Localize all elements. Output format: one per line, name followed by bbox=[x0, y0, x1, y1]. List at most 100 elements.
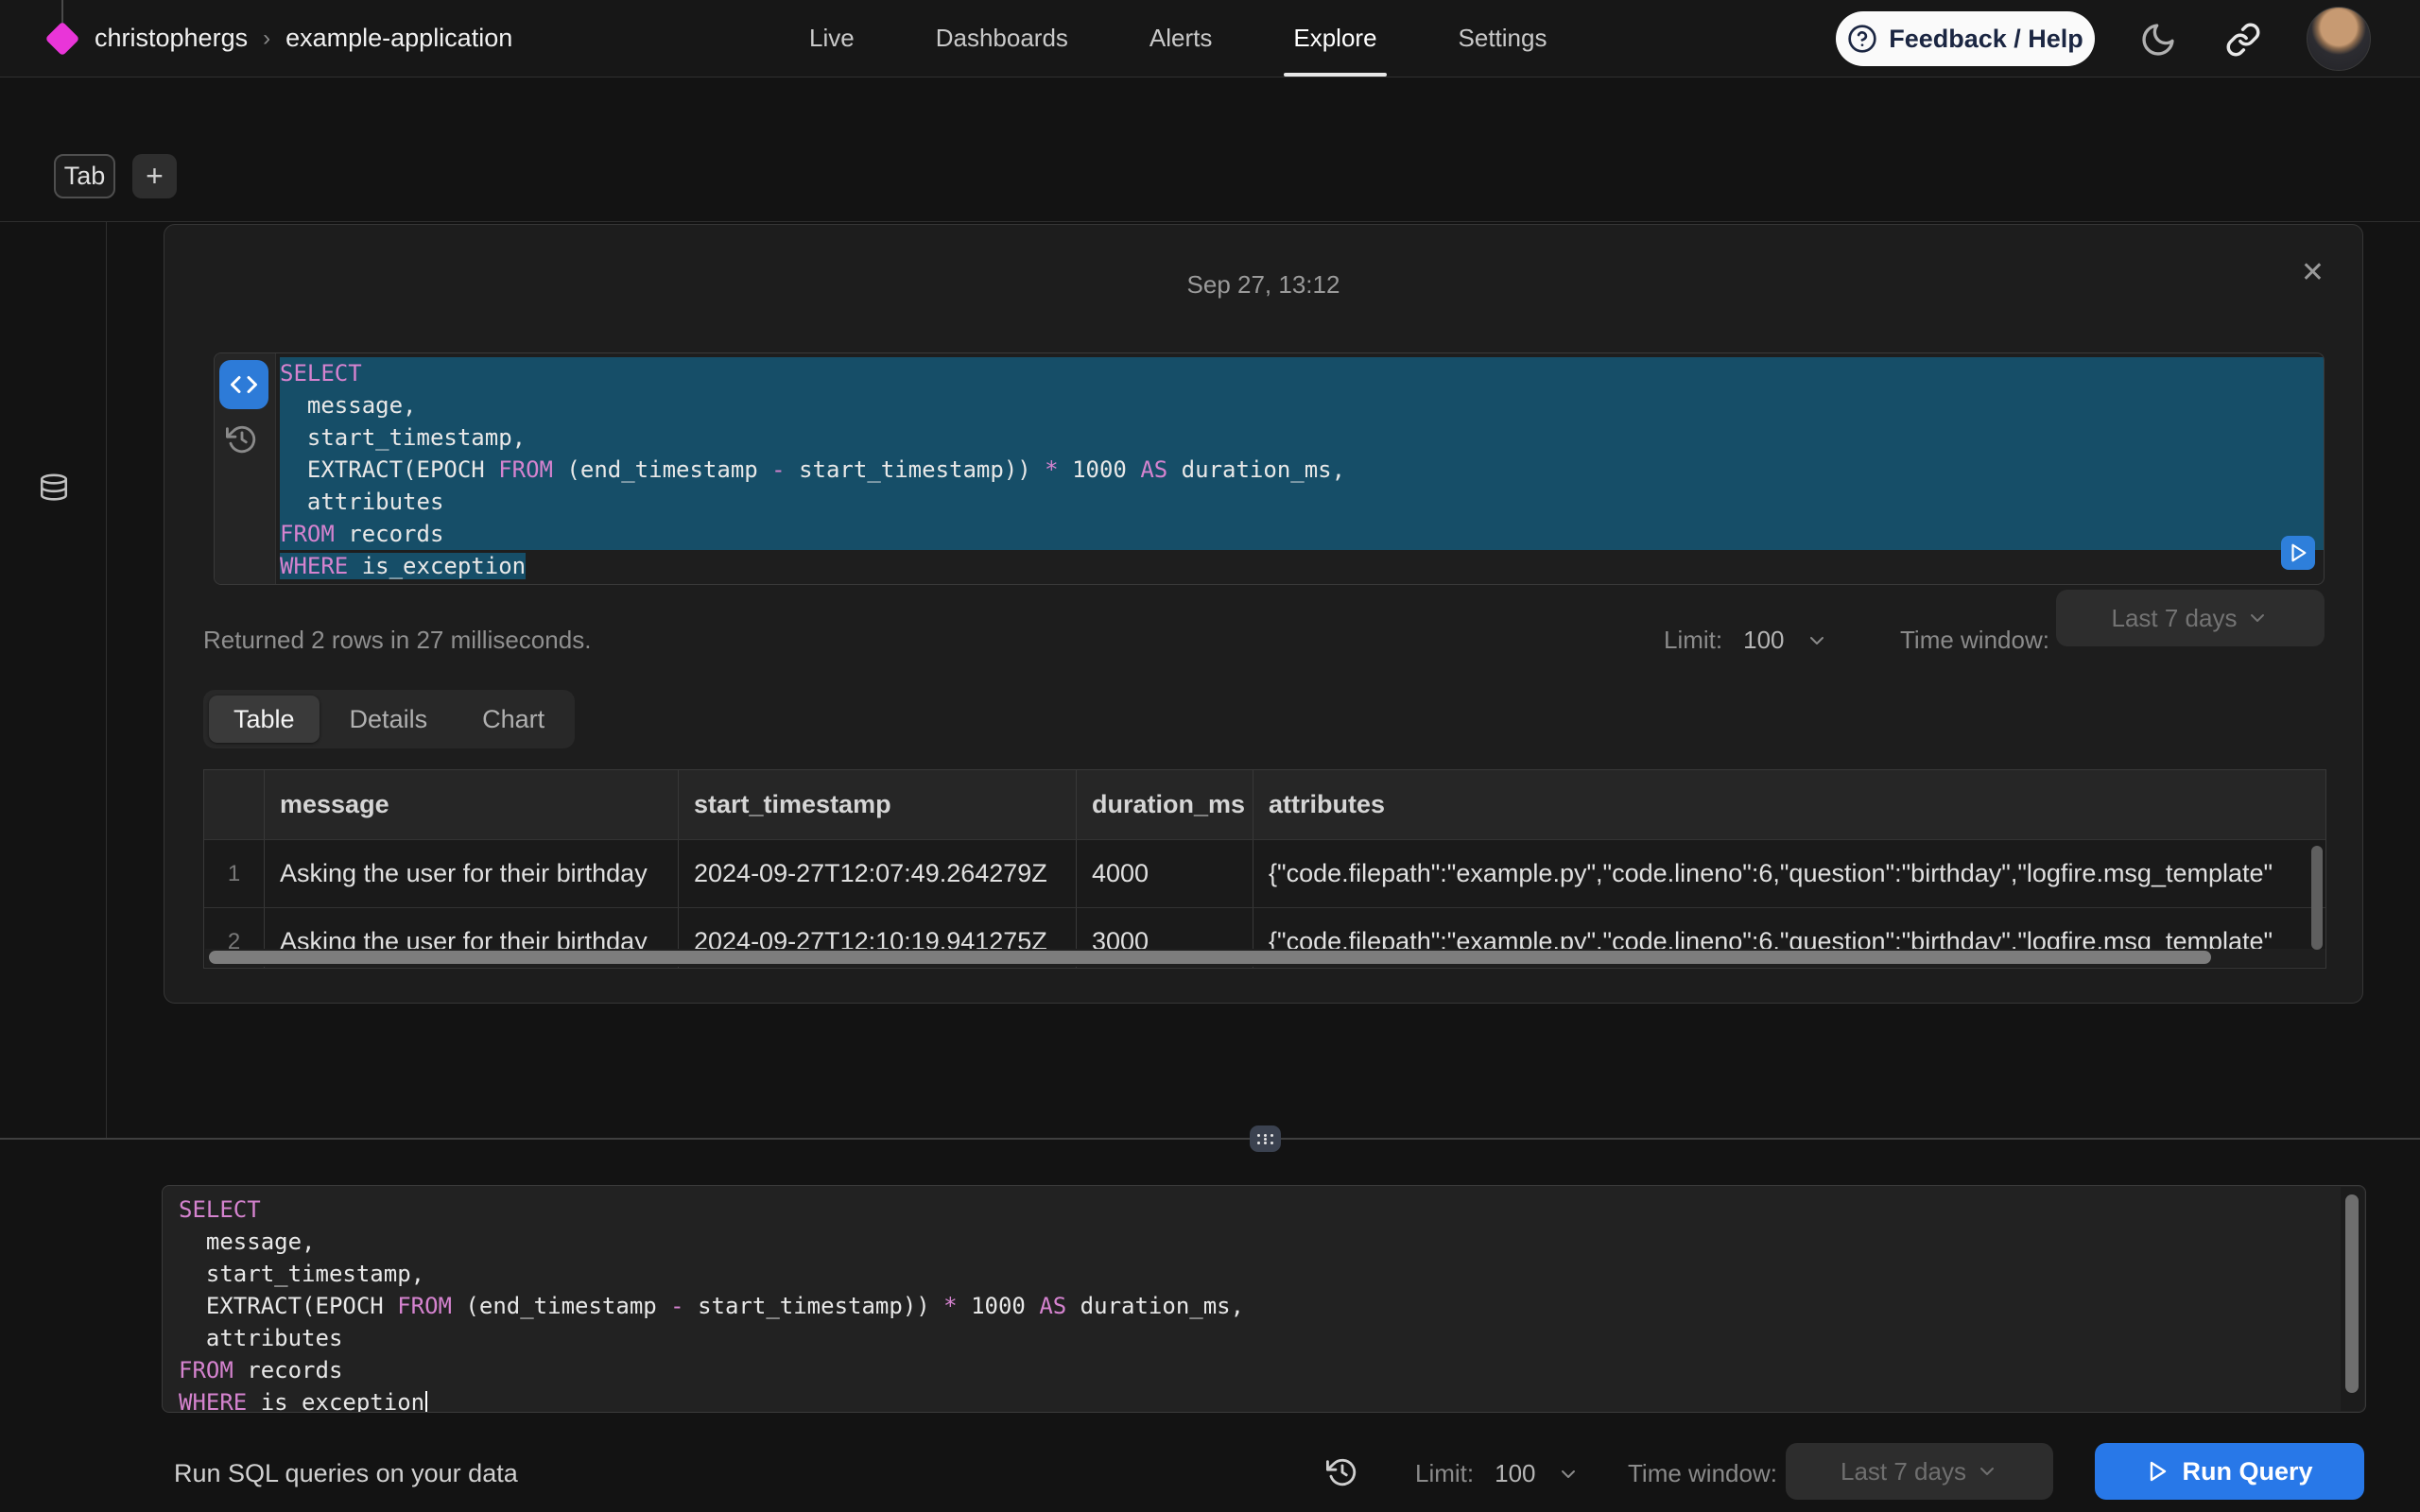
database-icon[interactable] bbox=[38, 472, 70, 505]
executed-sql-block[interactable]: SELECT message, start_timestamp, EXTRACT… bbox=[214, 352, 2325, 585]
sql-line: attributes bbox=[179, 1322, 2365, 1354]
sql-line: WHERE is_exception bbox=[280, 550, 2324, 582]
sql-line: attributes bbox=[280, 486, 2324, 518]
executed-sql-text: SELECT message, start_timestamp, EXTRACT… bbox=[276, 353, 2324, 584]
time-window-value: Last 7 days bbox=[1841, 1457, 1966, 1486]
nav-tab-live[interactable]: Live bbox=[809, 0, 855, 77]
user-avatar[interactable] bbox=[2307, 7, 2371, 71]
sql-line: EXTRACT(EPOCH FROM (end_timestamp - star… bbox=[280, 454, 2324, 486]
sql-line: message, bbox=[179, 1226, 2365, 1258]
play-icon bbox=[2146, 1460, 2169, 1483]
history-icon[interactable] bbox=[226, 423, 258, 455]
column-header-duration_ms[interactable]: duration_ms bbox=[1076, 770, 1253, 839]
nav-tab-dashboards[interactable]: Dashboards bbox=[936, 0, 1068, 77]
moon-icon bbox=[2139, 21, 2177, 59]
run-inline-button[interactable] bbox=[2281, 536, 2315, 570]
history-icon[interactable] bbox=[1326, 1456, 1358, 1488]
link-icon bbox=[2225, 22, 2261, 58]
code-icon bbox=[230, 370, 258, 399]
editor-scrollbar-thumb[interactable] bbox=[2345, 1194, 2359, 1393]
limit-value: 100 bbox=[1743, 626, 1784, 655]
play-icon bbox=[2288, 542, 2308, 563]
query-timestamp: Sep 27, 13:12 bbox=[164, 270, 2362, 300]
logo-beam bbox=[61, 0, 63, 25]
limit-label: Limit: bbox=[1664, 626, 1722, 655]
logfire-logo-icon[interactable] bbox=[45, 22, 80, 57]
result-view-tabs: TableDetailsChart bbox=[203, 690, 575, 748]
horizontal-scrollbar-track[interactable] bbox=[205, 949, 2326, 967]
view-tab-details[interactable]: Details bbox=[325, 696, 453, 743]
sql-line: message, bbox=[280, 389, 2324, 421]
breadcrumb: christophergs › example-application bbox=[95, 0, 512, 77]
chevron-down-icon bbox=[1806, 629, 1828, 652]
time-window-label: Time window: bbox=[1628, 1459, 1777, 1488]
schema-sidebar bbox=[0, 222, 107, 1138]
editor-hint: Run SQL queries on your data bbox=[174, 1459, 518, 1488]
run-query-button[interactable]: Run Query bbox=[2095, 1443, 2364, 1500]
sql-line: WHERE is_exception bbox=[179, 1386, 2365, 1413]
breadcrumb-org[interactable]: christophergs bbox=[95, 24, 248, 53]
column-header-attributes[interactable]: attributes bbox=[1253, 770, 2325, 839]
time-window-dropdown[interactable]: Last 7 days bbox=[2056, 590, 2325, 646]
sql-editor[interactable]: SELECT message, start_timestamp, EXTRACT… bbox=[162, 1185, 2366, 1413]
query-tab-label: Tab bbox=[64, 162, 106, 191]
chevron-down-icon bbox=[1557, 1463, 1580, 1486]
column-header-message[interactable]: message bbox=[264, 770, 678, 839]
pane-divider bbox=[0, 1138, 2420, 1140]
editor-scrollbar-track[interactable] bbox=[2341, 1187, 2364, 1411]
nav-tab-settings[interactable]: Settings bbox=[1459, 0, 1547, 77]
feedback-help-button[interactable]: Feedback / Help bbox=[1836, 11, 2095, 66]
table-row[interactable]: 1Asking the user for their birthday2024-… bbox=[204, 839, 2325, 907]
explore-page: christophergs › example-application Live… bbox=[0, 0, 2420, 1512]
theme-toggle-button[interactable] bbox=[2139, 21, 2177, 59]
result-status: Returned 2 rows in 27 milliseconds. bbox=[203, 626, 591, 655]
limit-dropdown[interactable]: Limit: 100 bbox=[1415, 1459, 1580, 1488]
text-cursor bbox=[425, 1391, 427, 1413]
table-cell: Asking the user for their birthday bbox=[264, 840, 678, 907]
nav-tab-explore[interactable]: Explore bbox=[1293, 0, 1376, 77]
code-view-button[interactable] bbox=[219, 360, 268, 409]
table-cell: 4000 bbox=[1076, 840, 1253, 907]
plus-icon: + bbox=[146, 159, 164, 194]
sql-line: FROM records bbox=[280, 518, 2324, 550]
feedback-help-label: Feedback / Help bbox=[1889, 25, 2083, 54]
close-icon[interactable]: ✕ bbox=[2301, 259, 2325, 287]
time-window-label: Time window: bbox=[1900, 626, 2049, 655]
pane-resize-handle[interactable] bbox=[1250, 1125, 1281, 1152]
view-tab-chart[interactable]: Chart bbox=[458, 696, 569, 743]
query-result-card: Sep 27, 13:12 ✕ SELECT message, start_ti… bbox=[164, 224, 2363, 1004]
chevron-down-icon bbox=[2246, 607, 2269, 629]
share-link-button[interactable] bbox=[2225, 22, 2261, 58]
query-tab[interactable]: Tab bbox=[54, 154, 115, 198]
top-nav: christophergs › example-application Live… bbox=[0, 0, 2420, 77]
limit-label: Limit: bbox=[1415, 1459, 1474, 1488]
content-divider bbox=[0, 221, 2420, 222]
sql-line: EXTRACT(EPOCH FROM (end_timestamp - star… bbox=[179, 1290, 2365, 1322]
column-header-start_timestamp[interactable]: start_timestamp bbox=[678, 770, 1076, 839]
vertical-scrollbar-thumb[interactable] bbox=[2311, 846, 2323, 950]
time-window-dropdown[interactable]: Last 7 days bbox=[1786, 1443, 2053, 1500]
drag-handle-icon bbox=[1264, 1138, 1267, 1141]
limit-value: 100 bbox=[1495, 1459, 1535, 1488]
sql-line: start_timestamp, bbox=[280, 421, 2324, 454]
nav-tabs: Live Dashboards Alerts Explore Settings bbox=[809, 0, 1547, 77]
table-cell: 1 bbox=[204, 840, 264, 907]
time-window-value: Last 7 days bbox=[2112, 604, 2238, 633]
table-header-row: messagestart_timestampduration_msattribu… bbox=[204, 770, 2325, 839]
nav-tab-alerts[interactable]: Alerts bbox=[1150, 0, 1212, 77]
view-tab-table[interactable]: Table bbox=[209, 696, 320, 743]
table-cell: {"code.filepath":"example.py","code.line… bbox=[1253, 840, 2325, 907]
breadcrumb-separator-icon: › bbox=[263, 26, 270, 52]
sql-line: FROM records bbox=[179, 1354, 2365, 1386]
breadcrumb-project[interactable]: example-application bbox=[285, 24, 512, 53]
add-tab-button[interactable]: + bbox=[132, 154, 177, 198]
limit-dropdown[interactable]: Limit: 100 bbox=[1664, 626, 1828, 655]
table-cell: 2024-09-27T12:07:49.264279Z bbox=[678, 840, 1076, 907]
chevron-down-icon bbox=[1976, 1460, 1998, 1483]
sql-line: SELECT bbox=[280, 357, 2324, 389]
sql-editor-text: SELECT message, start_timestamp, EXTRACT… bbox=[163, 1186, 2365, 1413]
code-gutter bbox=[215, 353, 276, 584]
sql-line: SELECT bbox=[179, 1194, 2365, 1226]
row-number-header bbox=[204, 770, 264, 839]
horizontal-scrollbar-thumb[interactable] bbox=[209, 951, 2211, 964]
